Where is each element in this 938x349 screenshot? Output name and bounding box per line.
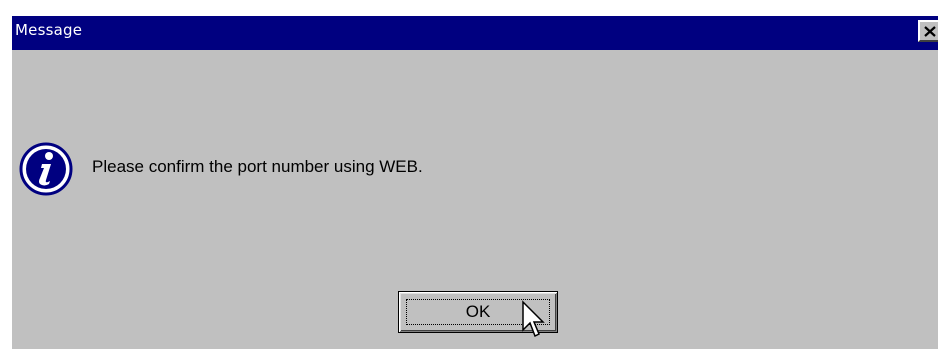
close-icon bbox=[924, 25, 936, 37]
close-button[interactable] bbox=[918, 20, 938, 42]
message-text: Please confirm the port number using WEB… bbox=[92, 157, 423, 176]
window-title: Message bbox=[15, 21, 83, 39]
title-bar[interactable]: Message bbox=[12, 16, 938, 50]
ok-button[interactable]: OK bbox=[398, 291, 558, 333]
message-dialog: Message Please confirm the port number u… bbox=[10, 14, 938, 349]
ok-button-label: OK bbox=[465, 302, 491, 321]
info-icon bbox=[19, 142, 73, 196]
